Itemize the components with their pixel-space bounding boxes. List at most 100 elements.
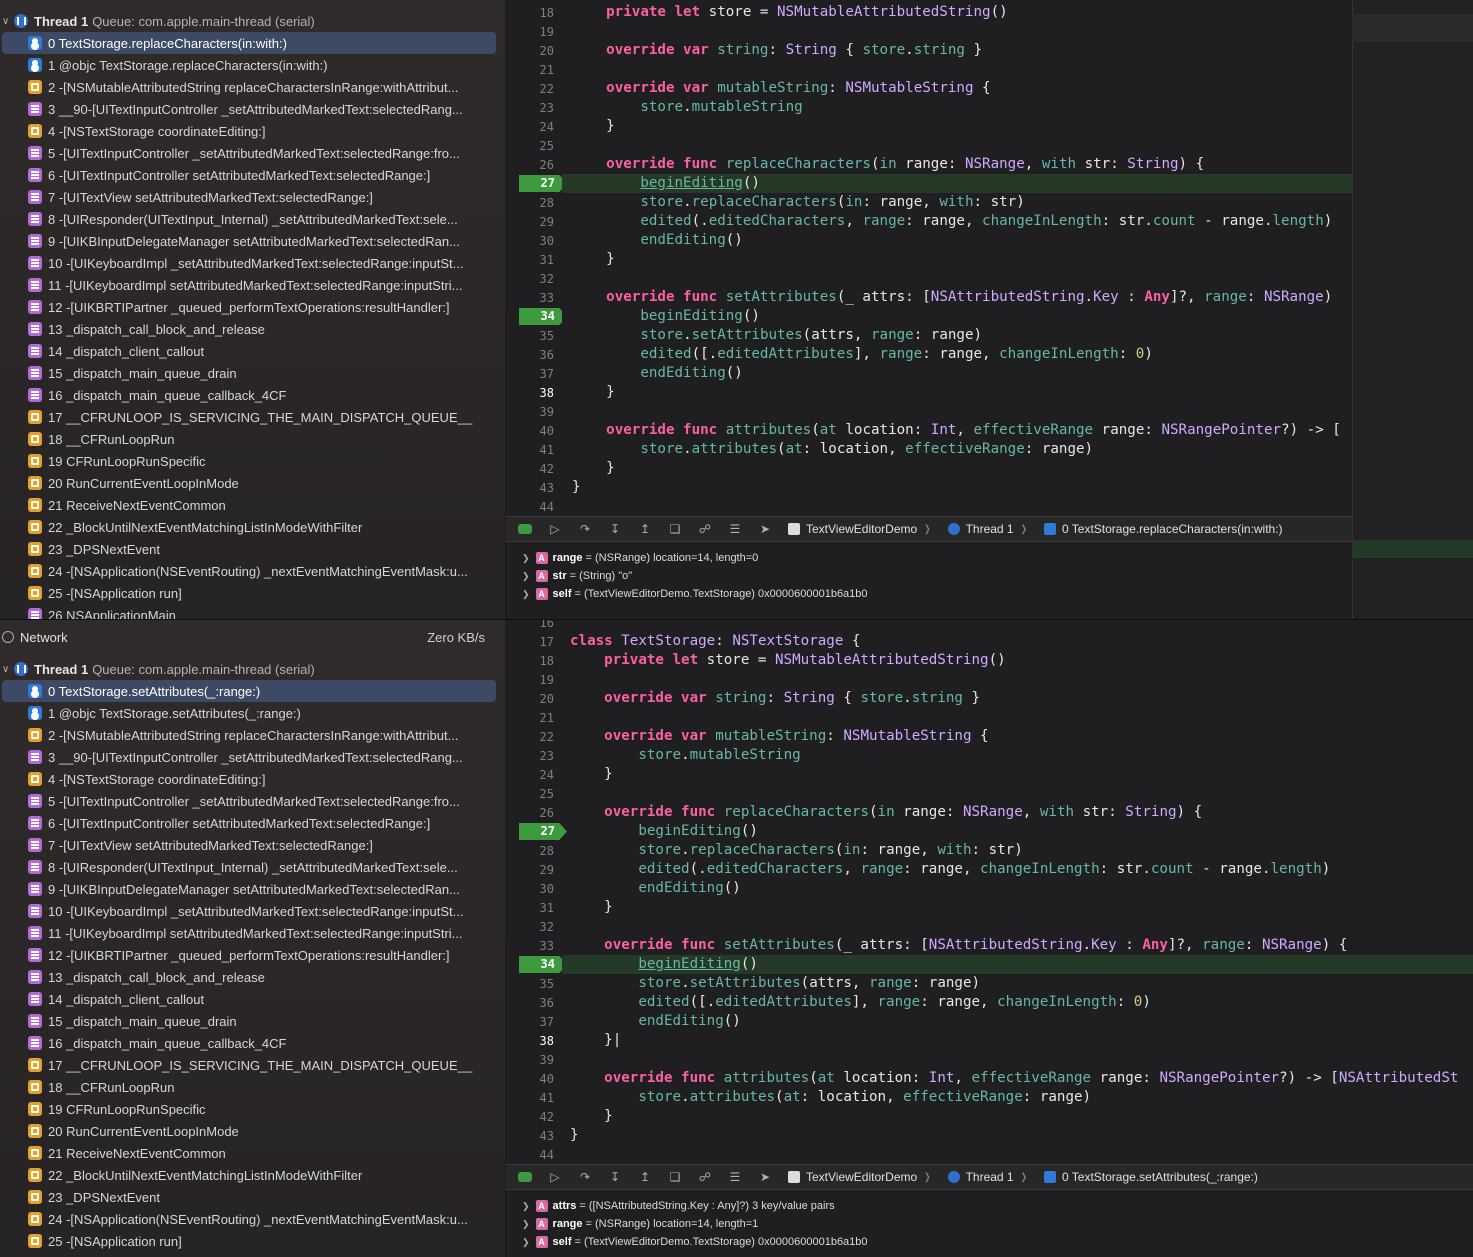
line-number[interactable]: 35	[506, 977, 554, 991]
line-number[interactable]: 30	[506, 234, 554, 248]
chevron-down-icon[interactable]: ∨	[2, 664, 14, 675]
line-number[interactable]: 28	[506, 844, 554, 858]
stack-frame-row[interactable]: 1 @objc TextStorage.setAttributes(_:rang…	[0, 702, 505, 724]
simulate-location-icon[interactable]: ➤	[758, 1170, 772, 1184]
stack-frame-row[interactable]: 17 __CFRUNLOOP_IS_SERVICING_THE_MAIN_DIS…	[0, 406, 505, 428]
breakpoint-marker[interactable]: 27	[519, 175, 567, 192]
step-into-icon[interactable]: ↧	[608, 522, 622, 536]
chevron-right-icon[interactable]: ❯	[522, 553, 530, 564]
stack-frame-row[interactable]: 4 -[NSTextStorage coordinateEditing:]	[0, 120, 505, 142]
variable-row[interactable]: ❯ Aself = (TextViewEditorDemo.TextStorage)…	[522, 585, 868, 603]
line-number[interactable]: 42	[506, 1110, 554, 1124]
line-number[interactable]: 33	[506, 291, 554, 305]
stack-frame-row[interactable]: 7 -[UITextView setAttributedMarkedText:s…	[0, 186, 505, 208]
chevron-right-icon[interactable]: ❯	[522, 1201, 530, 1212]
line-number[interactable]: 22	[506, 82, 554, 96]
chevron-right-icon[interactable]: ❯	[522, 589, 530, 600]
line-number[interactable]: 30	[506, 882, 554, 896]
stack-frame-row[interactable]: 2 -[NSMutableAttributedString replaceCha…	[0, 76, 505, 98]
stack-frame-row[interactable]: 16 _dispatch_main_queue_callback_4CF	[0, 1032, 505, 1054]
stack-frame-row[interactable]: 2 -[NSMutableAttributedString replaceCha…	[0, 724, 505, 746]
stack-frame-row[interactable]: 22 _BlockUntilNextEventMatchingListInMod…	[0, 516, 505, 538]
thread-row[interactable]: ∨ Thread 1 Queue: com.apple.main-thread …	[0, 658, 505, 680]
memory-graph-icon[interactable]: ☍	[698, 1170, 712, 1184]
continue-icon[interactable]: ▷	[548, 522, 562, 536]
line-number[interactable]: 42	[506, 462, 554, 476]
stack-frame-row[interactable]: 9 -[UIKBInputDelegateManager setAttribut…	[0, 230, 505, 252]
line-number[interactable]: 39	[506, 1053, 554, 1067]
breakpoints-toggle-icon[interactable]	[518, 522, 532, 536]
stack-frame-row[interactable]: 21 ReceiveNextEventCommon	[0, 1142, 505, 1164]
variable-row[interactable]: ❯ Arange = (NSRange) location=14, length=0	[522, 549, 758, 567]
step-over-icon[interactable]: ↷	[578, 1170, 592, 1184]
line-number[interactable]: 25	[506, 139, 554, 153]
line-number[interactable]: 32	[506, 920, 554, 934]
breadcrumb-frame[interactable]: 0 TextStorage.setAttributes(_:range:)	[1043, 1170, 1258, 1184]
step-out-icon[interactable]: ↥	[638, 1170, 652, 1184]
breadcrumb-target[interactable]: TextViewEditorDemo ❭	[788, 522, 932, 536]
breadcrumb-thread[interactable]: Thread 1 ❭	[947, 522, 1028, 536]
line-number[interactable]: 43	[506, 481, 554, 495]
line-number[interactable]: 33	[506, 939, 554, 953]
environment-overrides-icon[interactable]: ☰	[728, 522, 742, 536]
step-over-icon[interactable]: ↷	[578, 522, 592, 536]
view-hierarchy-icon[interactable]: ❏	[668, 1170, 682, 1184]
step-out-icon[interactable]: ↥	[638, 522, 652, 536]
line-number[interactable]: 16	[506, 620, 554, 630]
line-number[interactable]: 18	[506, 654, 554, 668]
chevron-right-icon[interactable]: ❯	[522, 571, 530, 582]
stack-frame-row[interactable]: 15 _dispatch_main_queue_drain	[0, 362, 505, 384]
line-number[interactable]: 19	[506, 673, 554, 687]
stack-frame-row[interactable]: 7 -[UITextView setAttributedMarkedText:s…	[0, 834, 505, 856]
stack-frame-row[interactable]: 0 TextStorage.replaceCharacters(in:with:…	[0, 32, 505, 54]
network-gauge[interactable]: Network Zero KB/s	[0, 626, 505, 648]
line-number[interactable]: 43	[506, 1129, 554, 1143]
stack-frame-row[interactable]: 18 __CFRunLoopRun	[0, 428, 505, 450]
line-number[interactable]: 37	[506, 367, 554, 381]
line-number[interactable]: 44	[506, 500, 554, 514]
code-text[interactable]: private let store = NSMutableAttributedS…	[572, 3, 1341, 497]
line-number[interactable]: 29	[506, 863, 554, 877]
stack-frame-row[interactable]: 9 -[UIKBInputDelegateManager setAttribut…	[0, 878, 505, 900]
stack-frame-row[interactable]: 13 _dispatch_call_block_and_release	[0, 966, 505, 988]
stack-frame-row[interactable]: 10 -[UIKeyboardImpl _setAttributedMarked…	[0, 900, 505, 922]
source-editor[interactable]: 18 19 20 21 22 23 24 25 26 27 28 29 30 31 32 33 34 35 36 37…	[506, 0, 1473, 620]
line-number[interactable]: 25	[506, 787, 554, 801]
line-number[interactable]: 20	[506, 692, 554, 706]
continue-icon[interactable]: ▷	[548, 1170, 562, 1184]
stack-frame-row[interactable]: 5 -[UITextInputController _setAttributed…	[0, 790, 505, 812]
stack-frame-row[interactable]: 24 -[NSApplication(NSEventRouting) _next…	[0, 560, 505, 582]
breadcrumb-thread[interactable]: Thread 1 ❭	[947, 1170, 1028, 1184]
stack-frame-row[interactable]: 6 -[UITextInputController setAttributedM…	[0, 164, 505, 186]
line-number[interactable]: 18	[506, 6, 554, 20]
stack-frame-row[interactable]: 5 -[UITextInputController _setAttributed…	[0, 142, 505, 164]
environment-overrides-icon[interactable]: ☰	[728, 1170, 742, 1184]
variable-row[interactable]: ❯ Arange = (NSRange) location=14, length=1	[522, 1215, 758, 1233]
stack-frame-row[interactable]: 21 ReceiveNextEventCommon	[0, 494, 505, 516]
line-number[interactable]: 21	[506, 711, 554, 725]
stack-frame-row[interactable]: 6 -[UITextInputController setAttributedM…	[0, 812, 505, 834]
line-number[interactable]: 40	[506, 1072, 554, 1086]
line-number[interactable]: 20	[506, 44, 554, 58]
step-into-icon[interactable]: ↧	[608, 1170, 622, 1184]
stack-frame-row[interactable]: 15 _dispatch_main_queue_drain	[0, 1010, 505, 1032]
stack-frame-row[interactable]: 3 __90-[UITextInputController _setAttrib…	[0, 98, 505, 120]
stack-frame-row[interactable]: 8 -[UIResponder(UITextInput_Internal) _s…	[0, 208, 505, 230]
memory-graph-icon[interactable]: ☍	[698, 522, 712, 536]
line-number[interactable]: 38	[506, 386, 554, 400]
stack-frame-row[interactable]: 25 -[NSApplication run]	[0, 582, 505, 604]
line-number[interactable]: 36	[506, 996, 554, 1010]
stack-frame-row[interactable]: 12 -[UIKBRTIPartner _queued_performTextO…	[0, 944, 505, 966]
line-number[interactable]: 23	[506, 749, 554, 763]
view-hierarchy-icon[interactable]: ❏	[668, 522, 682, 536]
line-number[interactable]: 29	[506, 215, 554, 229]
stack-frame-row[interactable]: 14 _dispatch_client_callout	[0, 988, 505, 1010]
stack-frame-row[interactable]: 10 -[UIKeyboardImpl _setAttributedMarked…	[0, 252, 505, 274]
line-number[interactable]: 44	[506, 1148, 554, 1162]
chevron-right-icon[interactable]: ❯	[522, 1219, 530, 1230]
stack-frame-row[interactable]: 23 _DPSNextEvent	[0, 538, 505, 560]
stack-frame-row[interactable]: 11 -[UIKeyboardImpl setAttributedMarkedT…	[0, 922, 505, 944]
chevron-right-icon[interactable]: ❯	[522, 1237, 530, 1248]
line-number[interactable]: 26	[506, 158, 554, 172]
source-editor[interactable]: 16 17 18 19 20 21 22 23 24 25 26 27 28 29 30 31 32 33 34 35…	[506, 620, 1473, 1257]
